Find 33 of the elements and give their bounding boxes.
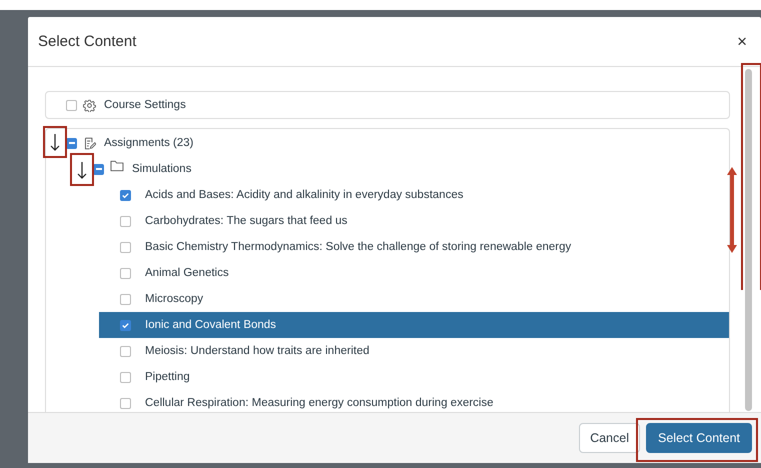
select-content-button[interactable]: Select Content: [646, 423, 752, 453]
checkbox[interactable]: [120, 346, 131, 356]
tree-item[interactable]: Basic Chemistry Thermodynamics: Solve the challenge of storing renewable energy: [99, 234, 729, 260]
tree-item[interactable]: Microscopy: [99, 286, 729, 312]
scrollbar[interactable]: [745, 69, 752, 411]
checkbox[interactable]: [120, 242, 131, 252]
checkbox[interactable]: [120, 398, 131, 408]
gear-icon: [83, 98, 96, 112]
checkbox[interactable]: [120, 216, 131, 226]
dialog-title: Select Content: [38, 33, 136, 50]
checkbox[interactable]: [120, 268, 131, 278]
checkbox[interactable]: [66, 138, 77, 148]
tree-item[interactable]: Acids and Bases: Acidity and alkalinity in everyday substances: [99, 182, 729, 208]
checkbox[interactable]: [120, 320, 131, 330]
tree-item[interactable]: Pipetting: [99, 364, 729, 390]
tree-item[interactable]: Carbohydrates: The sugars that feed us: [99, 208, 729, 234]
checkbox[interactable]: [66, 100, 77, 110]
tree-item[interactable]: Ionic and Covalent Bonds: [99, 312, 729, 338]
tree-item[interactable]: Cellular Respiration: Measuring energy consumption during exercise: [99, 390, 729, 412]
tree-item-label[interactable]: Simulations: [132, 163, 192, 175]
tree-item-label[interactable]: Assignments (23): [104, 137, 194, 149]
close-button[interactable]: ×: [735, 32, 749, 52]
folder-icon: [110, 160, 124, 172]
assignment-icon: [83, 136, 96, 150]
tree-item[interactable]: Meiosis: Understand how traits are inherited: [99, 338, 729, 364]
tree-item-label: Course Settings: [104, 99, 186, 111]
checkbox[interactable]: [120, 294, 131, 304]
cancel-button[interactable]: Cancel: [579, 423, 640, 453]
checkbox[interactable]: [120, 372, 131, 382]
checkbox[interactable]: [93, 164, 104, 174]
checkbox[interactable]: [120, 190, 131, 200]
course-settings-row[interactable]: Course Settings: [45, 91, 730, 119]
tree-item[interactable]: Animal Genetics: [99, 260, 729, 286]
